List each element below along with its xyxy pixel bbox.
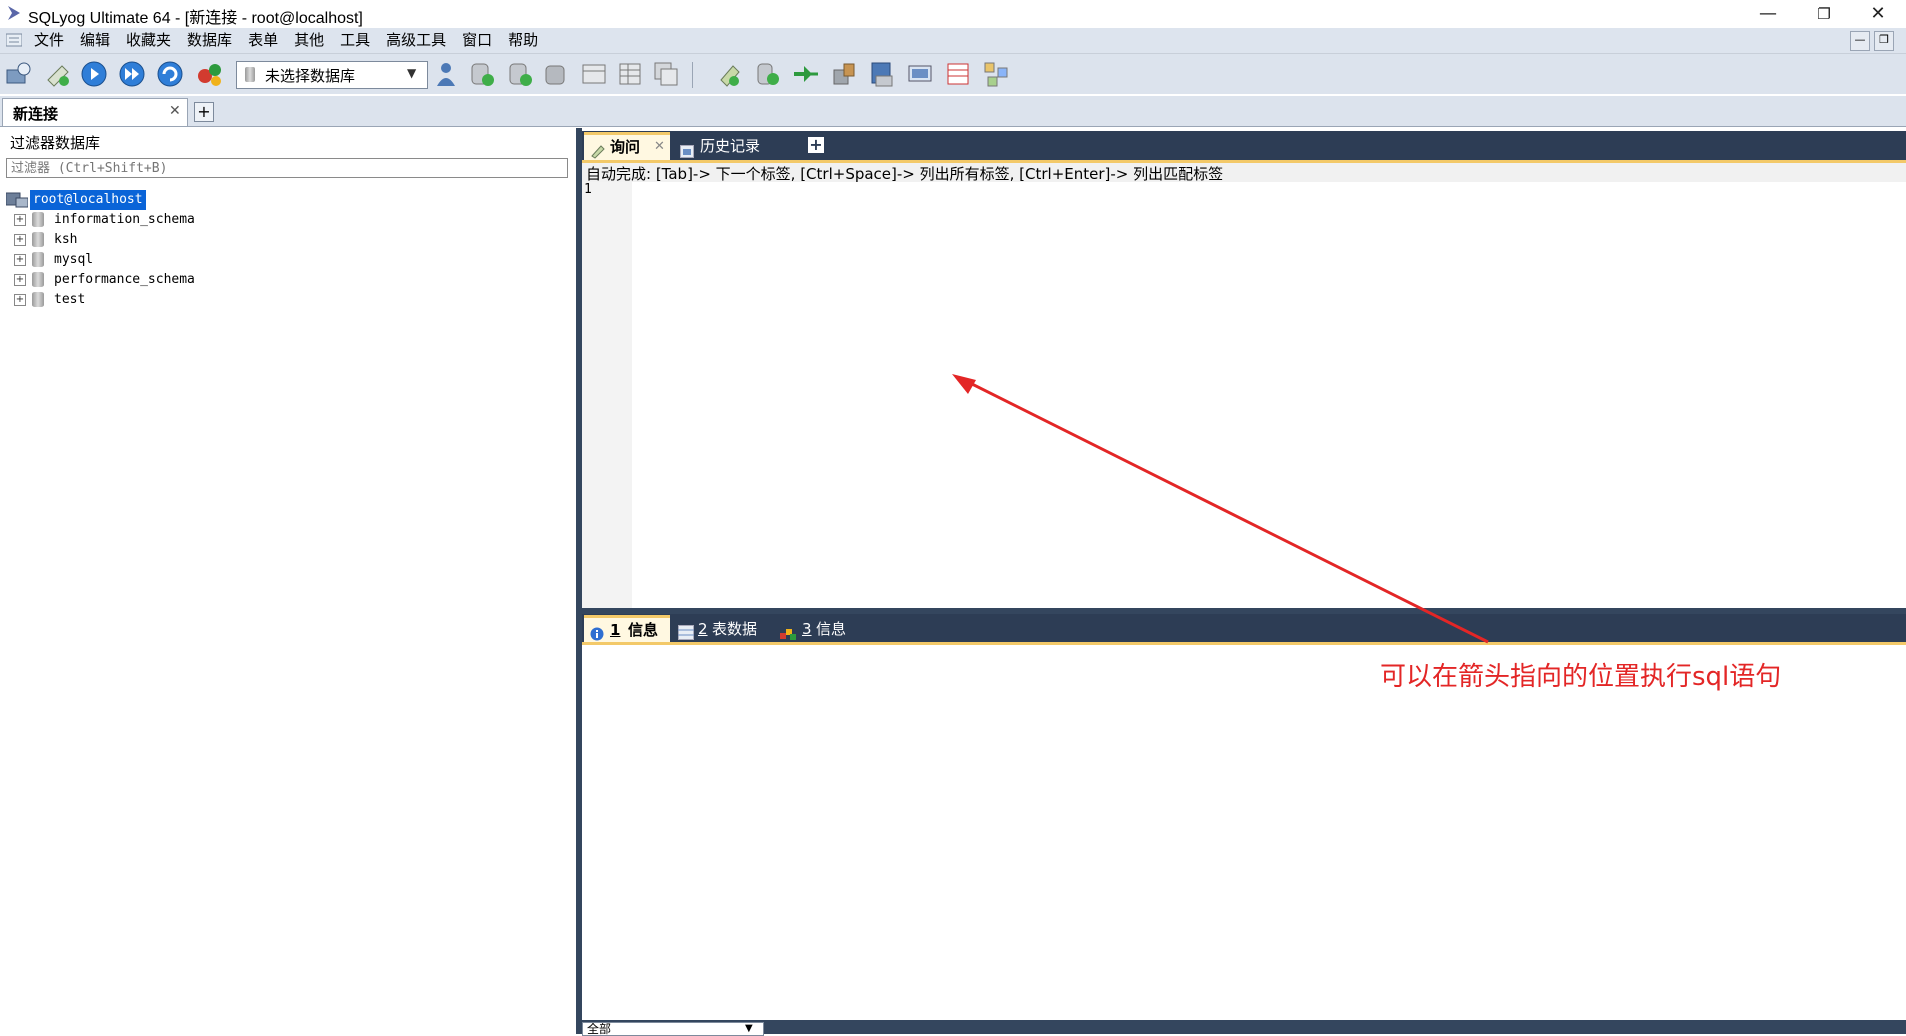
annotation-text: 可以在箭头指向的位置执行sql语句 xyxy=(1380,662,1782,692)
annotation-arrow xyxy=(952,374,1489,644)
